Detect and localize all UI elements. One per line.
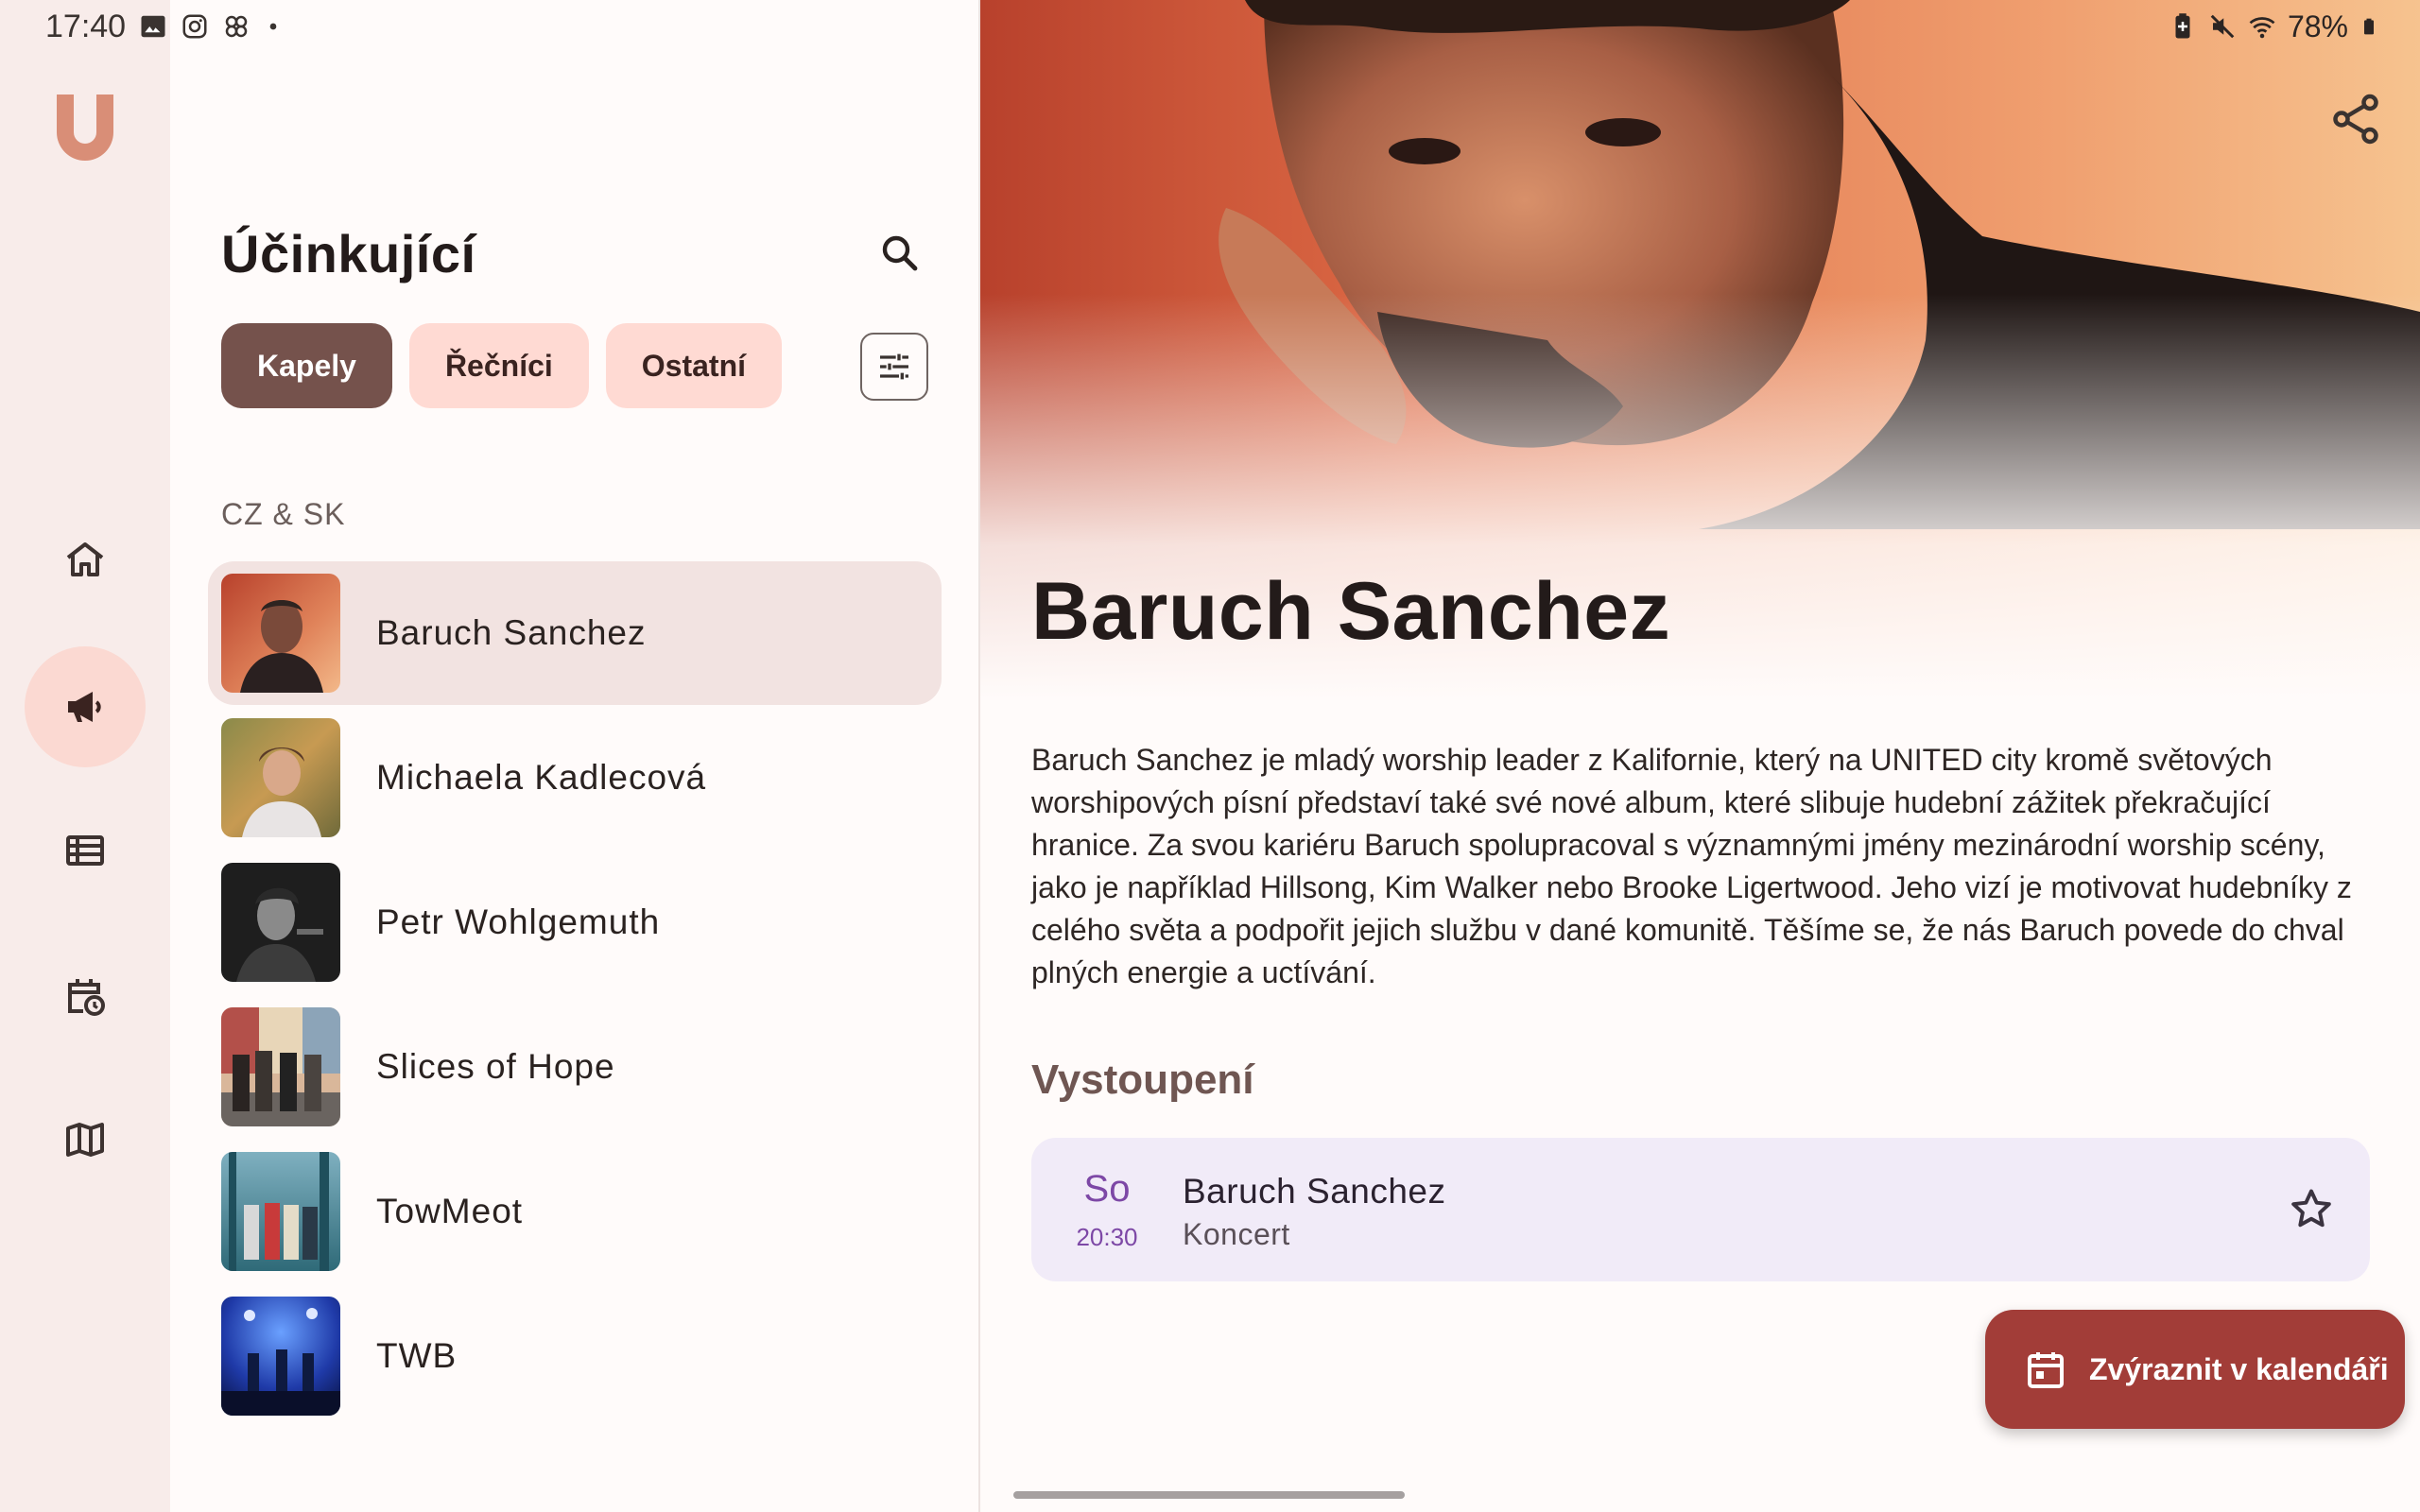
artist-photo [221,1152,340,1271]
list-icon [66,835,104,866]
share-button[interactable] [2327,91,2384,147]
artist-photo [221,574,340,693]
performance-day: So [1083,1168,1131,1210]
artist-item-baruch-sanchez[interactable]: Baruch Sanchez [208,561,942,705]
highlight-in-calendar-button[interactable]: Zvýraznit v kalendáři [1985,1310,2405,1429]
rail-item-schedule[interactable] [25,936,146,1057]
artist-description: Baruch Sanchez je mladý worship leader z… [1031,743,2352,989]
artist-photo [221,1297,340,1416]
home-icon [66,542,104,576]
status-bar-right: 78% [2169,8,2378,45]
artist-detail-pane: Baruch Sanchez Baruch Sanchez je mladý w… [980,0,2420,1512]
rail-item-home[interactable] [25,499,146,620]
gallery-icon [141,15,165,38]
search-icon [882,235,918,271]
artist-item-twb[interactable]: TWB [208,1284,942,1428]
battery-percentage: 78% [2287,9,2348,43]
navigation-rail [0,0,170,1512]
category-chips: Kapely Řečníci Ostatní [221,323,782,408]
status-bar-left: 17:40 [45,8,283,45]
wifi-icon [2249,17,2275,39]
artist-photo [221,863,340,982]
artist-name: TowMeot [376,1192,524,1230]
artist-name: Petr Wohlgemuth [376,902,661,941]
battery-icon [2364,18,2374,35]
tune-icon [880,353,908,380]
section-header: CZ & SK [221,497,346,531]
map-icon [66,1123,104,1157]
mute-icon [2210,14,2235,39]
filter-button[interactable] [860,333,928,401]
artist-name: Michaela Kadlecová [376,758,707,797]
dot-icon [269,23,277,30]
artist-item-michaela-kadlecova[interactable]: Michaela Kadlecová [208,706,942,850]
favorite-button[interactable] [2287,1185,2336,1234]
rail-item-program[interactable] [25,790,146,911]
artist-item-slices-of-hope[interactable]: Slices of Hope [208,995,942,1139]
artist-list: Baruch Sanchez Michaela Kadlecová Petr W… [208,561,942,1429]
star-icon [2291,1189,2331,1228]
chip-recnici[interactable]: Řečníci [408,323,589,408]
chip-ostatni[interactable]: Ostatní [605,323,782,408]
performances-heading: Vystoupení [1031,1057,1254,1103]
performance-title: Baruch Sanchez [1183,1172,1446,1211]
calendar-clock-icon [68,979,105,1016]
calendar-icon [2028,1352,2064,1388]
artist-name: Slices of Hope [376,1047,615,1086]
search-button[interactable] [870,223,930,284]
battery-saver-icon [2175,13,2190,39]
artist-photo [221,718,340,837]
performance-time: 20:30 [1076,1223,1138,1251]
artist-title: Baruch Sanchez [1031,566,1671,657]
app-logo [57,94,113,161]
page-title: Účinkující [221,224,476,284]
artist-photo [221,1007,340,1126]
app-icon [225,15,248,38]
fab-label: Zvýraznit v kalendáři [2089,1351,2389,1386]
performance-card[interactable]: So 20:30 Baruch Sanchez Koncert [1031,1138,2370,1281]
status-time: 17:40 [45,8,127,44]
rail-item-performers[interactable] [25,646,146,767]
performance-type: Koncert [1183,1217,1290,1251]
performers-list-pane: Účinkující Kapely Řečníci Ostatní CZ & S… [170,0,979,1512]
artist-name: TWB [376,1336,458,1375]
artist-item-petr-wohlgemuth[interactable]: Petr Wohlgemuth [208,850,942,994]
share-icon [2333,94,2378,145]
chip-kapely[interactable]: Kapely [221,323,392,408]
gesture-navigation-bar[interactable] [1013,1491,1405,1499]
megaphone-icon [68,692,101,722]
instagram-icon [182,14,207,39]
rail-item-map[interactable] [25,1079,146,1200]
artist-name: Baruch Sanchez [376,613,647,652]
artist-item-towmeot[interactable]: TowMeot [208,1140,942,1283]
